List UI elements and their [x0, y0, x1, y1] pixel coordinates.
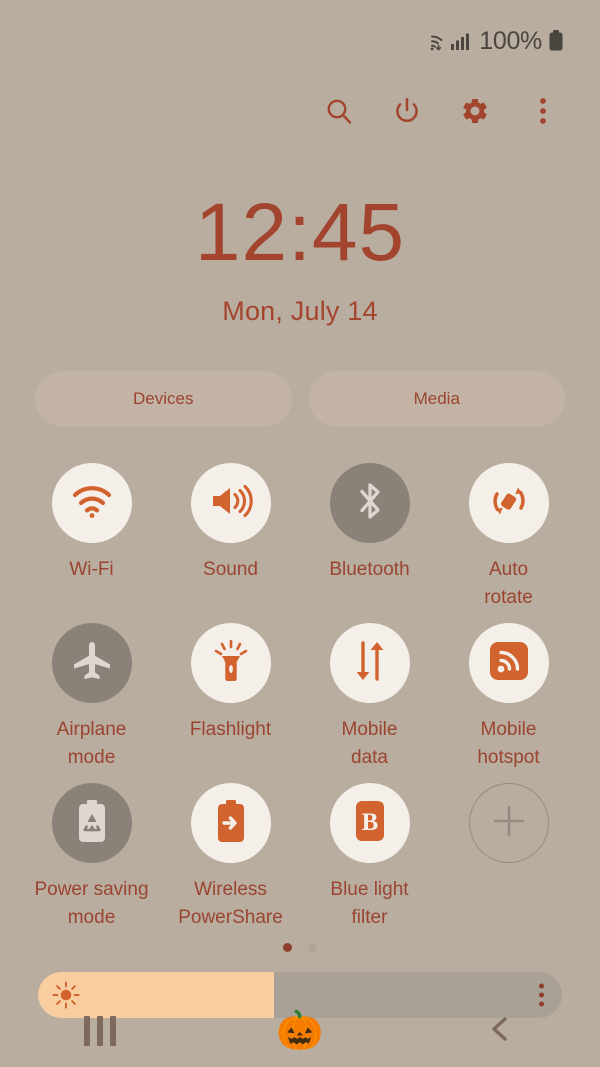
battery-full-icon	[548, 30, 564, 52]
back-button[interactable]	[455, 1003, 545, 1059]
tile-label: Mobile data	[341, 719, 398, 768]
three-dots-vertical-icon	[539, 983, 544, 989]
tile-mobile-hotspot[interactable]: Mobile hotspot	[439, 615, 578, 771]
data-arrows-icon	[350, 639, 390, 688]
tile-toggle-circle[interactable]: B	[329, 783, 410, 864]
flashlight-icon	[211, 639, 251, 688]
svg-text:B: B	[361, 809, 378, 836]
power-icon	[392, 96, 422, 131]
three-dots-vertical-icon	[539, 1001, 544, 1007]
wifi-signal-icon	[419, 30, 445, 52]
media-button[interactable]: Media	[308, 371, 565, 427]
tile-label: Flashlight	[189, 719, 272, 741]
three-dots-vertical-icon	[539, 992, 544, 998]
add-tile-button[interactable]	[439, 775, 578, 931]
tile-mobile-data[interactable]: Mobile data	[300, 615, 439, 771]
navigation-bar: 🎃	[0, 995, 600, 1067]
tile-wireless-powershare[interactable]: Wireless PowerShare	[161, 775, 300, 931]
powershare-icon	[214, 799, 248, 848]
tile-toggle-circle[interactable]	[190, 783, 271, 864]
recents-bars-icon	[84, 1016, 116, 1046]
recents-button[interactable]	[55, 1003, 145, 1059]
battery-eco-icon	[75, 799, 109, 848]
tile-toggle-circle[interactable]	[468, 463, 549, 543]
tile-label: Mobile hotspot	[477, 719, 540, 768]
tile-toggle-circle[interactable]	[51, 623, 132, 704]
pumpkin-home-icon: 🎃	[276, 1010, 324, 1052]
tile-label: Blue light filter	[330, 879, 409, 928]
search-icon	[324, 96, 354, 131]
tile-auto-rotate[interactable]: Auto rotate	[439, 455, 578, 611]
tile-label: Wireless PowerShare	[178, 879, 283, 928]
tile-flashlight[interactable]: Flashlight	[161, 615, 300, 771]
bluetooth-icon	[354, 479, 386, 528]
tile-toggle-circle[interactable]	[329, 623, 410, 704]
tile-toggle-circle[interactable]	[468, 623, 549, 704]
search-button[interactable]	[318, 92, 360, 134]
tile-label: Airplane mode	[56, 719, 127, 768]
auto-rotate-icon	[487, 479, 531, 528]
quick-settings-toolbar	[0, 82, 600, 144]
tile-label: Bluetooth	[329, 559, 410, 580]
tile-label: Sound	[203, 559, 258, 580]
battery-percent-label: 100%	[479, 26, 542, 55]
settings-button[interactable]	[454, 92, 496, 134]
cellular-bars-icon	[450, 31, 470, 51]
power-button[interactable]	[386, 92, 428, 134]
speaker-icon	[209, 481, 253, 526]
tile-sound[interactable]: Sound	[161, 455, 300, 611]
tile-wi-fi[interactable]: Wi-Fi	[22, 455, 161, 611]
more-options-button[interactable]	[522, 92, 564, 134]
airplane-icon	[70, 640, 114, 687]
tile-label: Power saving mode	[34, 879, 149, 928]
clock-time: 12:45	[194, 187, 406, 278]
status-bar: 100%	[0, 0, 600, 82]
quick-settings-tile-grid: Wi-Fi Sound Bluetooth Auto rotate Airpla…	[0, 455, 600, 931]
gear-icon	[460, 96, 490, 131]
tile-toggle-circle[interactable]	[51, 783, 132, 864]
home-button[interactable]: 🎃	[255, 1003, 345, 1059]
devices-button[interactable]: Devices	[35, 371, 292, 427]
tile-blue-light-filter[interactable]: B Blue light filter	[300, 775, 439, 931]
tile-toggle-circle[interactable]	[190, 623, 271, 704]
tile-bluetooth[interactable]: Bluetooth	[300, 455, 439, 611]
tile-toggle-circle[interactable]	[190, 463, 271, 543]
back-chevron-icon	[487, 1014, 513, 1049]
tile-label: Auto rotate	[484, 559, 533, 608]
tile-airplane-mode[interactable]: Airplane mode	[22, 615, 161, 771]
plus-icon	[489, 801, 529, 846]
page-indicator	[0, 943, 600, 953]
sun-icon	[51, 980, 81, 1010]
tile-label: Wi-Fi	[69, 559, 114, 580]
page-dot[interactable]	[283, 943, 292, 953]
hotspot-icon	[489, 641, 529, 686]
brightness-options-button[interactable]	[539, 983, 544, 1007]
shortcut-pill-row: Devices Media	[0, 371, 600, 427]
add-tile-circle[interactable]	[468, 783, 549, 864]
clock-date: Mon, July 14	[222, 296, 378, 326]
blue-light-b-icon: B	[350, 799, 390, 848]
page-dot[interactable]	[308, 943, 317, 953]
wifi-icon	[69, 482, 115, 525]
tile-power-saving-mode[interactable]: Power saving mode	[22, 775, 161, 931]
three-dots-vertical-icon	[539, 96, 547, 131]
clock-widget[interactable]: 12:45 Mon, July 14	[0, 192, 600, 327]
tile-toggle-circle[interactable]	[51, 463, 132, 543]
tile-toggle-circle[interactable]	[329, 463, 410, 543]
